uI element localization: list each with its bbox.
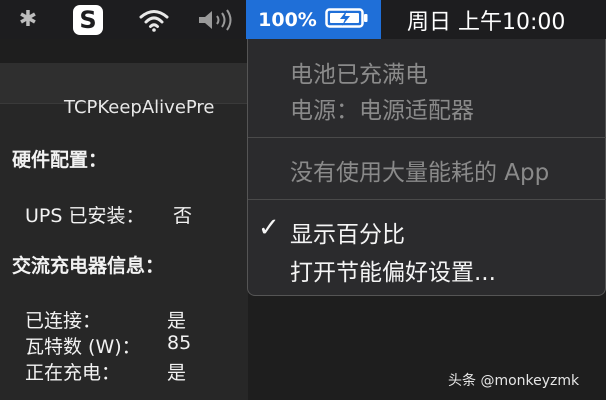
- battery-menu: 电池已充满电 电源：电源适配器 没有使用大量能耗的 App ✓ 显示百分比 打开…: [247, 39, 606, 296]
- no-heavy-apps-text: 没有使用大量能耗的 App: [290, 160, 550, 186]
- battery-charging-icon: [325, 7, 369, 33]
- battery-status-text: 电池已充满电: [290, 62, 428, 88]
- menu-bar: ✱ S 100% 周日 上午10:00: [0, 0, 606, 39]
- clock[interactable]: 周日 上午10:00: [407, 0, 606, 39]
- battery-percentage: 100%: [258, 8, 317, 31]
- wattage-label: 瓦特数 (W)：: [25, 336, 141, 358]
- charging-label: 正在充电：: [25, 362, 121, 384]
- app-s-icon: S: [73, 4, 103, 35]
- wattage-value: 85: [167, 332, 192, 354]
- connected-label: 已连接：: [25, 310, 102, 332]
- ac-charger-heading: 交流充电器信息：: [12, 255, 165, 277]
- ups-value: 否: [173, 205, 193, 227]
- charging-value: 是: [167, 362, 187, 384]
- bluetooth-icon[interactable]: ✱: [14, 0, 42, 39]
- menu-separator: [248, 199, 606, 200]
- window-title: TCPKeepAlivePre: [64, 97, 215, 118]
- power-source-text: 电源：电源适配器: [290, 98, 474, 124]
- wifi-icon[interactable]: [134, 0, 174, 39]
- connected-value: 是: [167, 310, 187, 332]
- show-percentage-menu-item[interactable]: 显示百分比: [290, 215, 405, 249]
- checkmark-icon: ✓: [258, 213, 280, 243]
- battery-status-item[interactable]: 100%: [246, 0, 381, 39]
- menu-separator: [248, 137, 606, 138]
- watermark: 头条 @monkeyzmk: [448, 373, 580, 389]
- hardware-heading: 硬件配置：: [12, 149, 108, 171]
- ups-label: UPS 已安装：: [25, 205, 145, 227]
- app-status-item[interactable]: S: [72, 0, 104, 39]
- volume-icon[interactable]: [193, 0, 239, 39]
- open-energy-prefs-menu-item[interactable]: 打开节能偏好设置...: [290, 253, 496, 287]
